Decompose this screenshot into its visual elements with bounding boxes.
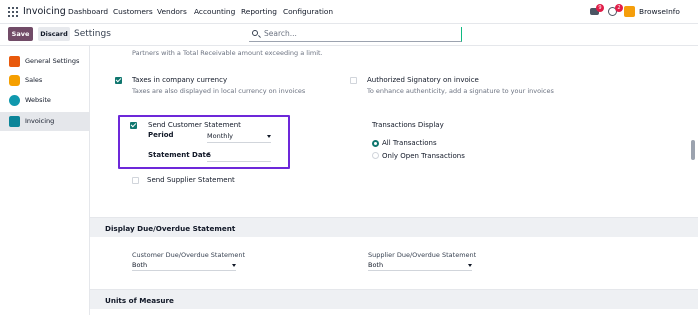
taxes-currency-hint: Taxes are also displayed in local curren…: [132, 87, 306, 95]
discard-button[interactable]: Discard: [38, 27, 70, 41]
supplier-due-label: Supplier Due/Overdue Statement: [368, 251, 477, 259]
chevron-down-icon: [267, 135, 271, 138]
app-menu-grid-icon[interactable]: [8, 7, 18, 17]
sidebar-item-label: Sales: [25, 76, 43, 84]
search-icon: [252, 30, 258, 36]
sidebar-item-website[interactable]: Website: [0, 91, 89, 110]
customer-due-value: Both: [132, 261, 148, 269]
settings-search-input[interactable]: Search...: [249, 27, 462, 42]
chevron-down-icon: [232, 264, 236, 267]
statement-date-value: 5: [207, 151, 212, 159]
sidebar-item-label: Invoicing: [25, 117, 55, 125]
menu-dashboard[interactable]: Dashboard: [68, 7, 108, 16]
menu-configuration[interactable]: Configuration: [283, 7, 333, 16]
credit-limit-hint: Partners with a Total Receivable amount …: [132, 49, 323, 57]
activity-badge: 2: [615, 4, 623, 12]
due-section-header: Display Due/Overdue Statement: [90, 217, 698, 237]
scrollbar-thumb[interactable]: [691, 140, 695, 160]
taxes-currency-checkbox[interactable]: [115, 77, 122, 84]
taxes-currency-label: Taxes in company currency: [132, 76, 228, 84]
supplier-statement-checkbox[interactable]: [132, 177, 139, 184]
supplier-statement-label: Send Supplier Statement: [147, 176, 235, 184]
customer-statement-checkbox[interactable]: [130, 122, 137, 129]
authorized-signatory-hint: To enhance authenticity, add a signature…: [367, 87, 554, 95]
due-section-title: Display Due/Overdue Statement: [105, 224, 236, 233]
top-navbar: Invoicing Dashboard Customers Vendors Ac…: [0, 0, 698, 24]
period-select[interactable]: Monthly: [207, 132, 271, 143]
menu-reporting[interactable]: Reporting: [241, 7, 277, 16]
customer-statement-label: Send Customer Statement: [148, 121, 241, 129]
sidebar-item-label: General Settings: [25, 57, 80, 65]
website-icon: [9, 95, 20, 106]
supplier-due-select[interactable]: Both: [368, 261, 472, 271]
supplier-due-value: Both: [368, 261, 384, 269]
period-label: Period: [148, 131, 174, 139]
sidebar-item-label: Website: [25, 96, 51, 104]
menu-accounting[interactable]: Accounting: [194, 7, 235, 16]
menu-customers[interactable]: Customers: [113, 7, 153, 16]
gear-icon: [9, 56, 20, 67]
all-transactions-label: All Transactions: [382, 139, 437, 147]
control-panel: Save Discard Settings Search...: [0, 24, 698, 46]
statement-date-input[interactable]: 5: [207, 151, 271, 162]
menu-vendors[interactable]: Vendors: [157, 7, 187, 16]
transactions-display-title: Transactions Display: [372, 121, 444, 129]
sidebar-item-sales[interactable]: Sales: [0, 71, 89, 90]
statement-date-label: Statement Date: [148, 151, 211, 159]
company-avatar[interactable]: [624, 6, 635, 17]
authorized-signatory-checkbox[interactable]: [350, 77, 357, 84]
settings-sidebar: General Settings Sales Website Invoicing: [0, 46, 90, 315]
customer-due-select[interactable]: Both: [132, 261, 236, 271]
settings-main: Partners with a Total Receivable amount …: [90, 46, 698, 315]
search-placeholder: Search...: [264, 29, 297, 38]
app-name[interactable]: Invoicing: [23, 6, 66, 17]
radio-all-transactions[interactable]: [372, 140, 379, 147]
authorized-signatory-label: Authorized Signatory on invoice: [367, 76, 479, 84]
units-section-title: Units of Measure: [105, 296, 174, 305]
sidebar-item-general-settings[interactable]: General Settings: [0, 52, 89, 71]
chevron-down-icon: [468, 264, 472, 267]
invoicing-icon: [9, 116, 20, 127]
radio-open-transactions[interactable]: [372, 152, 379, 159]
company-name[interactable]: BrowseInfo: [639, 7, 680, 16]
save-button[interactable]: Save: [8, 27, 33, 41]
open-transactions-label: Only Open Transactions: [382, 152, 465, 160]
sidebar-item-invoicing[interactable]: Invoicing: [0, 112, 89, 131]
chat-badge: 9: [596, 4, 604, 12]
sales-icon: [9, 75, 20, 86]
units-section-header: Units of Measure: [90, 289, 698, 309]
customer-due-label: Customer Due/Overdue Statement: [132, 251, 245, 259]
period-value: Monthly: [207, 132, 234, 140]
page-title: Settings: [74, 29, 111, 39]
